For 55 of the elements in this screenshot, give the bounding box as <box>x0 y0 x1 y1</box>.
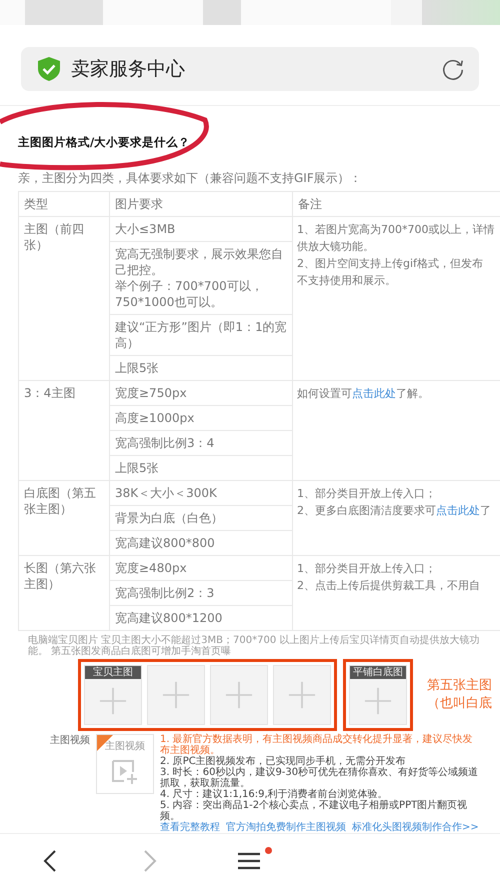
tip-text: 5. 内容：突出商品1-2个核心卖点，不建议电子相册或PPT图片翻页视频。 <box>160 800 468 822</box>
tip-text: 3. 时长：60秒以内，建议9-30秒可优先在猜你喜欢、有好货等公域频道抓取，获取新流量。 <box>160 766 480 789</box>
image-slot[interactable] <box>273 664 331 725</box>
plus-icon <box>364 687 392 716</box>
notification-dot <box>265 847 272 854</box>
slot-label: 宝贝主图 <box>85 666 141 679</box>
note-text: 如何设置可点击此处了解。 <box>297 386 430 402</box>
note-text: 2、图片空间支持上传gif格式，但发布 不支持使用和展示。 <box>297 256 484 289</box>
image-slot[interactable] <box>210 664 268 725</box>
note-text: 1、部分类目开放上传入口； <box>297 560 437 577</box>
video-add-icon <box>111 758 139 785</box>
type-cell: 主图（前四张） <box>18 216 110 380</box>
image-slot[interactable]: 宝贝主图 <box>84 664 142 725</box>
tip-text: 4. 尺寸：建议1:1,16:9,利于消费者前台浏览体验。 <box>160 788 389 800</box>
image-slot[interactable]: 平铺白底图 <box>349 664 407 725</box>
forward-icon <box>142 849 158 874</box>
tip-text: 1. 最新官方数据表明，有主图视频商品成交转化提升显著，建议尽快发布主图视频。 <box>160 734 474 756</box>
column-header: 图片要求 <box>110 191 292 216</box>
plus-icon <box>288 680 316 709</box>
intro-text: 亲，主图分为四类，具体要求如下（兼容问题不支持GIF展示）： <box>18 170 363 187</box>
video-upload-box[interactable]: 主图视频 <box>96 734 154 794</box>
note-text: 1、部分类目开放上传入口； <box>297 486 437 502</box>
tip-text: 2. 原PC主图视频发布，已实现同步手机，无需分开发布 <box>160 756 407 767</box>
requirement-cell: 宽度≥750px <box>110 380 292 406</box>
type-cell: 白底图（第五张主图） <box>18 480 110 556</box>
question-title: 主图图片格式/大小要求是什么？ <box>18 134 192 151</box>
plus-icon <box>99 687 127 716</box>
slot-label: 平铺白底图 <box>350 666 406 679</box>
type-cell: 长图（第六张主图） <box>18 555 110 630</box>
link[interactable]: 点击此处 <box>436 504 480 517</box>
link[interactable]: 点击此处 <box>352 386 396 400</box>
plus-icon <box>162 680 190 709</box>
link[interactable]: 官方淘拍免费制作主图视频 <box>226 822 346 833</box>
requirement-cell: 大小≤3MB <box>110 216 292 242</box>
box-label: 主图视频 <box>105 740 145 753</box>
back-icon <box>42 849 58 874</box>
link[interactable]: 标准化头图视频制作合作>> <box>352 822 479 833</box>
caption-text: （也叫白底 <box>427 694 492 713</box>
caption-text: 第五张主图 <box>427 676 492 695</box>
address-bar[interactable]: 卖家服务中心 <box>21 47 479 91</box>
corner-badge-icon <box>97 734 113 751</box>
field-label: 主图视频 <box>50 734 90 748</box>
column-header: 类型 <box>18 191 110 216</box>
image-slot[interactable] <box>147 664 205 725</box>
note-text: 2、更多白底图清洁度要求可点击此处了 <box>297 502 492 519</box>
note-text: 1、若图片宽高为700*700或以上，详情 供放大镜功能。 <box>297 222 496 255</box>
page-title: 卖家服务中心 <box>71 56 186 82</box>
type-cell: 3：4主图 <box>18 380 110 480</box>
column-header: 备注 <box>292 191 500 216</box>
note-text: 2、点击上传后提供剪裁工具，不用自 <box>297 578 481 594</box>
requirement-cell: 38K＜大小＜300K <box>110 480 292 506</box>
requirement-cell: 宽度≥480px <box>110 555 292 580</box>
plus-icon <box>225 680 253 709</box>
link[interactable]: 查看完整教程 <box>160 822 220 833</box>
note-text: 电脑端宝贝图片 宝贝主图大小不能超过3MB；700*700 以上图片上传后宝贝详情页自动提供放大镜功能。 第五张图发商品白底图可增加手淘首页曝 <box>28 634 480 657</box>
